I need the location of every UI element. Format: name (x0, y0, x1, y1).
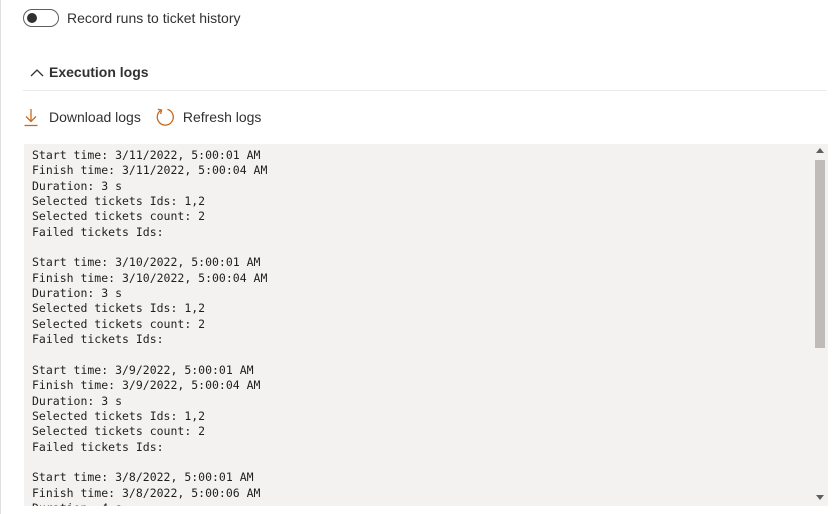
toggle-knob (27, 13, 37, 23)
log-scrollbar[interactable] (812, 144, 828, 506)
execution-logs-title: Execution logs (49, 64, 149, 80)
log-line: Duration: 3 s (32, 286, 123, 301)
log-line: Start time: 3/9/2022, 5:00:01 AM (32, 362, 254, 377)
log-line: Selected tickets Ids: 1,2 (32, 408, 206, 423)
log-line: Finish time: 3/9/2022, 5:00:04 AM (32, 378, 261, 393)
log-line: Duration: 3 s (32, 178, 123, 193)
log-line: Failed tickets Ids: (32, 439, 164, 454)
page: Record runs to ticket history Execution … (0, 0, 840, 514)
refresh-icon (156, 108, 174, 126)
download-icon (24, 109, 38, 127)
log-content: Start time: 3/11/2022, 5:00:01 AM Finish … (32, 148, 267, 506)
log-line: Failed tickets Ids: (32, 224, 164, 239)
log-line: Finish time: 3/11/2022, 5:00:04 AM (32, 163, 268, 178)
execution-logs-textarea[interactable]: Start time: 3/11/2022, 5:00:01 AM Finish … (24, 144, 828, 506)
scroll-down-arrow-icon[interactable] (816, 495, 824, 500)
record-runs-toggle-row[interactable]: Record runs to ticket history (23, 9, 241, 27)
scroll-thumb[interactable] (815, 160, 825, 348)
log-line: Selected tickets Ids: 1,2 (32, 301, 206, 316)
execution-logs-section-header[interactable]: Execution logs (23, 62, 827, 91)
log-line: Selected tickets count: 2 (32, 316, 206, 331)
logs-command-bar: Download logs Refresh logs (23, 105, 275, 129)
log-line: Selected tickets count: 2 (32, 424, 206, 439)
record-runs-toggle[interactable] (23, 9, 59, 27)
chevron-up-icon[interactable] (29, 65, 45, 81)
download-logs-button[interactable]: Download logs (23, 107, 141, 127)
log-line: Selected tickets count: 2 (32, 209, 206, 224)
log-line: Duration: 3 s (32, 393, 123, 408)
log-line: Start time: 3/11/2022, 5:00:01 AM (32, 148, 261, 162)
log-line: Finish time: 3/8/2022, 5:00:06 AM (32, 485, 261, 500)
download-logs-label: Download logs (49, 109, 141, 125)
log-line: Finish time: 3/10/2022, 5:00:04 AM (32, 270, 268, 285)
refresh-logs-button[interactable]: Refresh logs (155, 107, 262, 127)
log-line: Duration: 4 s (32, 501, 267, 506)
log-line: Start time: 3/8/2022, 5:00:01 AM (32, 470, 254, 485)
log-line: Start time: 3/10/2022, 5:00:01 AM (32, 255, 261, 270)
refresh-logs-label: Refresh logs (182, 109, 262, 125)
log-line: Selected tickets Ids: 1,2 (32, 194, 206, 209)
log-line: Failed tickets Ids: (32, 332, 164, 347)
scroll-up-arrow-icon[interactable] (816, 148, 824, 153)
record-runs-toggle-label: Record runs to ticket history (67, 10, 241, 26)
